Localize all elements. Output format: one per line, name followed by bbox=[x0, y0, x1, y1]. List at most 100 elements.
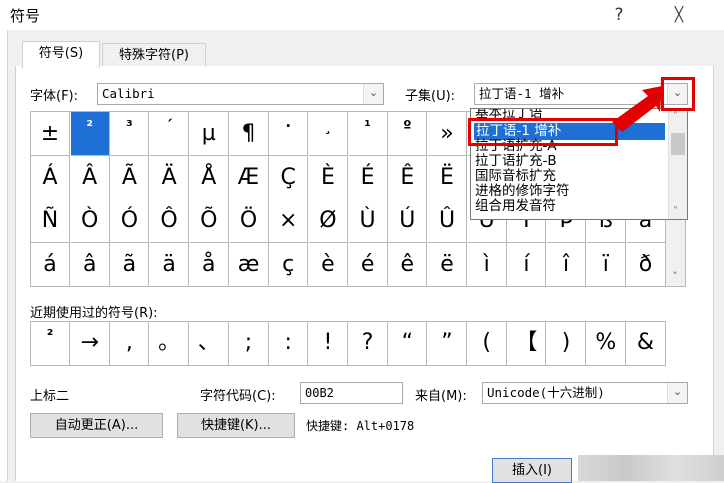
symbol-cell[interactable]: ã bbox=[110, 242, 150, 287]
symbol-cell[interactable]: ì bbox=[467, 242, 507, 287]
recent-symbol-cell[interactable]: 、 bbox=[190, 322, 229, 365]
recent-symbol-cell[interactable]: , bbox=[110, 322, 150, 365]
symbol-cell[interactable]: Ô bbox=[150, 199, 190, 243]
symbol-cell[interactable]: æ bbox=[229, 242, 269, 287]
dd-scroll-up-icon[interactable]: ˄ bbox=[673, 111, 678, 122]
subset-option[interactable]: 组合用发音符 bbox=[475, 199, 556, 214]
subset-option[interactable]: 进格的修饰字符 bbox=[475, 184, 570, 199]
font-combobox[interactable]: Calibri bbox=[97, 83, 384, 105]
symbol-cell[interactable]: Æ bbox=[229, 155, 269, 200]
symbol-cell[interactable]: Ê bbox=[388, 155, 428, 200]
symbol-cell[interactable]: ê bbox=[388, 242, 428, 287]
recent-symbols-row: ² →,。、;:!? “”(【)% & bbox=[30, 321, 666, 366]
recent-symbol-cell[interactable]: ( bbox=[468, 322, 507, 365]
font-label: 字体(F): bbox=[30, 89, 79, 104]
tab-symbols[interactable]: 符号(S) bbox=[22, 41, 100, 68]
symbol-cell[interactable]: Ø bbox=[308, 199, 348, 243]
symbol-cell[interactable]: ´ bbox=[150, 112, 190, 156]
symbol-cell[interactable]: ² bbox=[70, 112, 110, 156]
recent-symbol-cell[interactable]: ) bbox=[547, 322, 587, 365]
autocorrect-button[interactable]: 自动更正(A)... bbox=[30, 413, 163, 438]
recent-symbols-label: 近期使用过的符号(R): bbox=[30, 306, 158, 321]
recent-symbol-cell[interactable]: & bbox=[627, 322, 666, 365]
from-value: Unicode(十六进制) bbox=[487, 385, 605, 400]
symbol-cell[interactable]: ¶ bbox=[229, 112, 269, 156]
subset-label: 子集(U): bbox=[405, 89, 456, 104]
symbol-cell[interactable]: Ó bbox=[110, 199, 150, 243]
recent-symbol-cell[interactable]: % bbox=[587, 322, 626, 365]
symbol-cell[interactable]: Ò bbox=[70, 199, 110, 243]
symbol-cell[interactable]: Ñ bbox=[31, 199, 70, 243]
symbol-cell[interactable]: Ä bbox=[150, 155, 190, 200]
scroll-down-arrow-icon[interactable]: ˅ bbox=[666, 268, 684, 286]
dd-scroll-down-icon[interactable]: ˅ bbox=[673, 206, 678, 217]
char-code-input[interactable]: 00B2 bbox=[300, 382, 403, 404]
symbol-cell[interactable]: ç bbox=[269, 242, 309, 287]
symbol-cell[interactable]: å bbox=[189, 242, 229, 287]
recent-symbol-cell[interactable]: ; bbox=[230, 322, 269, 365]
close-button[interactable]: ╳ bbox=[664, 2, 694, 28]
recent-symbol-cell[interactable]: → bbox=[71, 322, 110, 365]
symbol-cell[interactable]: Á bbox=[31, 155, 70, 200]
symbol-cell[interactable]: î bbox=[547, 242, 587, 287]
from-label: 来自(M): bbox=[415, 389, 467, 404]
dialog-title: 符号 bbox=[10, 7, 41, 25]
symbol-cell[interactable]: í bbox=[507, 242, 547, 287]
subset-option[interactable]: 国际音标扩充 bbox=[475, 169, 556, 184]
symbol-cell[interactable]: É bbox=[348, 155, 388, 200]
symbol-cell[interactable]: Ö bbox=[229, 199, 269, 243]
symbol-cell[interactable]: á bbox=[31, 242, 70, 287]
symbol-cell[interactable]: Ç bbox=[269, 155, 309, 200]
from-combobox[interactable]: Unicode(十六进制) bbox=[482, 382, 688, 404]
symbol-cell[interactable]: » bbox=[428, 112, 467, 156]
symbol-cell[interactable]: â bbox=[70, 242, 110, 287]
symbol-cell[interactable]: · bbox=[269, 112, 309, 156]
symbol-cell[interactable]: Û bbox=[428, 199, 467, 243]
symbol-cell[interactable]: ¸ bbox=[308, 112, 348, 156]
annotation-box-selected-subset bbox=[468, 118, 618, 146]
symbol-cell[interactable]: Ë bbox=[428, 155, 467, 200]
font-value: Calibri bbox=[102, 86, 155, 101]
tab-special-characters[interactable]: 特殊字符(P) bbox=[102, 43, 206, 68]
annotation-box-dropdown-button bbox=[661, 77, 695, 111]
shortcut-key-text: 快捷键: Alt+0178 bbox=[306, 419, 415, 433]
symbol-cell[interactable]: é bbox=[348, 242, 388, 287]
symbol-cell[interactable]: è bbox=[308, 242, 348, 287]
symbol-cell[interactable]: Ù bbox=[348, 199, 388, 243]
symbol-cell[interactable]: Ã bbox=[110, 155, 150, 200]
dd-scroll-thumb[interactable] bbox=[671, 133, 685, 155]
blurred-region bbox=[578, 455, 724, 481]
subset-option[interactable]: 拉丁语扩充-B bbox=[475, 154, 557, 169]
recent-symbol-cell[interactable]: ” bbox=[428, 322, 467, 365]
subset-dropdown-scrollbar[interactable]: ˄ ˅ bbox=[668, 109, 687, 219]
symbol-cell[interactable]: È bbox=[308, 155, 348, 200]
symbol-cell[interactable]: ï bbox=[586, 242, 626, 287]
symbol-cell[interactable]: º bbox=[388, 112, 428, 156]
symbol-cell[interactable]: Ú bbox=[388, 199, 428, 243]
recent-symbol-cell[interactable]: : bbox=[269, 322, 309, 365]
subset-value: 拉丁语-1 增补 bbox=[479, 86, 565, 101]
symbol-cell[interactable]: ë bbox=[428, 242, 467, 287]
symbol-cell[interactable]: µ bbox=[189, 112, 229, 156]
recent-symbol-cell[interactable]: 【 bbox=[507, 322, 547, 365]
help-button[interactable]: ? bbox=[604, 2, 634, 28]
char-code-label: 字符代码(C): bbox=[200, 389, 276, 404]
insert-button[interactable]: 插入(I) bbox=[492, 458, 572, 483]
shortcut-key-button[interactable]: 快捷键(K)... bbox=[177, 413, 295, 438]
symbol-cell[interactable]: ä bbox=[150, 242, 190, 287]
recent-symbol-cell[interactable]: “ bbox=[388, 322, 428, 365]
recent-symbol-cell[interactable]: 。 bbox=[150, 322, 190, 365]
symbol-cell[interactable]: ¹ bbox=[348, 112, 388, 156]
symbol-cell[interactable]: Å bbox=[189, 155, 229, 200]
from-dropdown-chevron-icon[interactable]: ⌄ bbox=[667, 383, 687, 403]
symbol-cell[interactable]: × bbox=[269, 199, 309, 243]
recent-symbol-cell[interactable]: ² bbox=[31, 322, 70, 365]
symbol-cell[interactable]: ± bbox=[31, 112, 70, 156]
symbol-cell[interactable]: ³ bbox=[110, 112, 150, 156]
symbol-cell[interactable]: Õ bbox=[189, 199, 229, 243]
recent-symbol-cell[interactable]: ? bbox=[349, 322, 388, 365]
font-dropdown-chevron-icon[interactable]: ⌄ bbox=[363, 84, 383, 104]
symbol-cell[interactable]: ð bbox=[626, 242, 666, 287]
symbol-cell[interactable]: Â bbox=[70, 155, 110, 200]
recent-symbol-cell[interactable]: ! bbox=[309, 322, 348, 365]
